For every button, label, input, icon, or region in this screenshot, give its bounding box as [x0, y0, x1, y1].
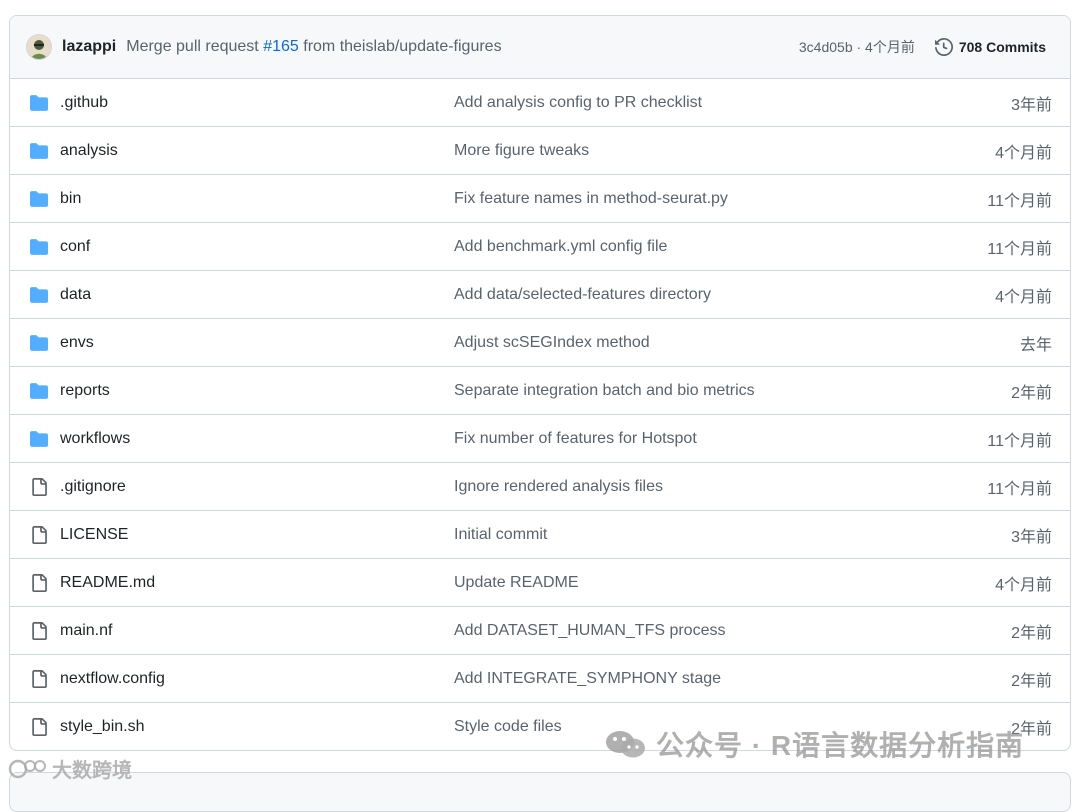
file-commit-message-link[interactable]: Fix feature names in method-seurat.py [454, 190, 987, 208]
commit-message-prefix: Merge pull request [126, 38, 264, 55]
file-row[interactable]: envs Adjust scSEGIndex method 去年 [10, 319, 1070, 367]
folder-icon [28, 238, 50, 256]
file-row[interactable]: .gitignore Ignore rendered analysis files… [10, 463, 1070, 511]
file-commit-message-link[interactable]: Add data/selected-features directory [454, 286, 995, 304]
file-commit-message-link[interactable]: Adjust scSEGIndex method [454, 334, 1020, 352]
file-commit-message-link[interactable]: Fix number of features for Hotspot [454, 430, 987, 448]
folder-icon [28, 334, 50, 352]
corner-watermark-text: 大数跨境 [52, 760, 132, 782]
file-commit-message-link[interactable]: Update README [454, 574, 995, 592]
file-icon [28, 525, 50, 545]
commit-message-suffix: from theislab/update-figures [298, 38, 502, 55]
folder-icon [28, 142, 50, 160]
file-row[interactable]: main.nf Add DATASET_HUMAN_TFS process 2年前 [10, 607, 1070, 655]
file-browser: lazappi Merge pull request #165 from the… [9, 15, 1071, 751]
file-row[interactable]: analysis More figure tweaks 4个月前 [10, 127, 1070, 175]
file-row[interactable]: bin Fix feature names in method-seurat.py… [10, 175, 1070, 223]
commits-history-link[interactable]: 708 Commits [934, 38, 1046, 56]
file-commit-message-link[interactable]: Add benchmark.yml config file [454, 238, 987, 256]
folder-icon [28, 94, 50, 112]
file-name-link[interactable]: .gitignore [60, 478, 454, 496]
file-name-link[interactable]: README.md [60, 574, 454, 592]
file-commit-age: 4个月前 [995, 288, 1052, 306]
file-name-link[interactable]: analysis [60, 142, 454, 160]
file-list: .github Add analysis config to PR checkli… [10, 79, 1070, 750]
file-name-link[interactable]: conf [60, 238, 454, 256]
commit-sha-time[interactable]: 3c4d05b · 4个月前 [799, 37, 915, 57]
file-commit-message-link[interactable]: More figure tweaks [454, 142, 995, 160]
latest-commit-bar: lazappi Merge pull request #165 from the… [10, 16, 1070, 79]
file-row[interactable]: conf Add benchmark.yml config file 11个月前 [10, 223, 1070, 271]
folder-icon [28, 190, 50, 208]
file-commit-age: 3年前 [1011, 528, 1052, 546]
file-commit-age: 2年前 [1011, 624, 1052, 642]
file-commit-age: 4个月前 [995, 144, 1052, 162]
pull-request-link[interactable]: #165 [263, 38, 299, 55]
file-commit-age: 2年前 [1011, 672, 1052, 690]
file-commit-age: 3年前 [1011, 96, 1052, 114]
commit-author-link[interactable]: lazappi [62, 38, 116, 56]
file-commit-message-link[interactable]: Separate integration batch and bio metri… [454, 382, 1011, 400]
wechat-icon [606, 731, 645, 758]
commits-count: 708 Commits [958, 39, 1046, 55]
file-name-link[interactable]: style_bin.sh [60, 718, 454, 736]
author-avatar[interactable] [26, 34, 52, 60]
file-name-link[interactable]: main.nf [60, 622, 454, 640]
folder-icon [28, 382, 50, 400]
commit-message[interactable]: Merge pull request #165 from theislab/up… [126, 38, 501, 56]
wechat-watermark: 公众号 · R语言数据分析指南 [604, 724, 1024, 764]
file-icon [28, 477, 50, 497]
file-icon [28, 717, 50, 737]
file-row[interactable]: nextflow.config Add INTEGRATE_SYMPHONY st… [10, 655, 1070, 703]
file-row[interactable]: workflows Fix number of features for Hots… [10, 415, 1070, 463]
file-commit-age: 11个月前 [987, 480, 1052, 498]
file-name-link[interactable]: reports [60, 382, 454, 400]
file-row[interactable]: reports Separate integration batch and bi… [10, 367, 1070, 415]
file-name-link[interactable]: envs [60, 334, 454, 352]
logo-icon [8, 759, 46, 778]
file-name-link[interactable]: .github [60, 94, 454, 112]
readme-box-edge [9, 772, 1071, 812]
file-commit-message-link[interactable]: Initial commit [454, 526, 1011, 544]
file-name-link[interactable]: bin [60, 190, 454, 208]
file-name-link[interactable]: nextflow.config [60, 670, 454, 688]
file-name-link[interactable]: LICENSE [60, 526, 454, 544]
file-commit-message-link[interactable]: Ignore rendered analysis files [454, 478, 987, 496]
file-name-link[interactable]: workflows [60, 430, 454, 448]
file-commit-age: 4个月前 [995, 576, 1052, 594]
file-commit-age: 去年 [1019, 336, 1052, 354]
file-commit-age: 11个月前 [987, 192, 1052, 210]
history-icon [934, 38, 953, 56]
corner-watermark: 大数跨境 [8, 754, 132, 783]
file-icon [28, 669, 50, 689]
file-row[interactable]: .github Add analysis config to PR checkli… [10, 79, 1070, 127]
file-commit-message-link[interactable]: Add analysis config to PR checklist [454, 94, 1011, 112]
file-commit-age: 2年前 [1011, 384, 1052, 402]
file-commit-message-link[interactable]: Add INTEGRATE_SYMPHONY stage [454, 670, 1011, 688]
file-icon [28, 573, 50, 593]
file-commit-age: 11个月前 [987, 432, 1052, 450]
folder-icon [28, 286, 50, 304]
file-row[interactable]: README.md Update README 4个月前 [10, 559, 1070, 607]
file-row[interactable]: LICENSE Initial commit 3年前 [10, 511, 1070, 559]
file-commit-age: 11个月前 [987, 240, 1052, 258]
folder-icon [28, 430, 50, 448]
file-name-link[interactable]: data [60, 286, 454, 304]
wechat-watermark-text: 公众号 · R语言数据分析指南 [656, 730, 1025, 761]
file-icon [28, 621, 50, 641]
file-row[interactable]: data Add data/selected-features directory… [10, 271, 1070, 319]
file-commit-message-link[interactable]: Add DATASET_HUMAN_TFS process [454, 622, 1011, 640]
